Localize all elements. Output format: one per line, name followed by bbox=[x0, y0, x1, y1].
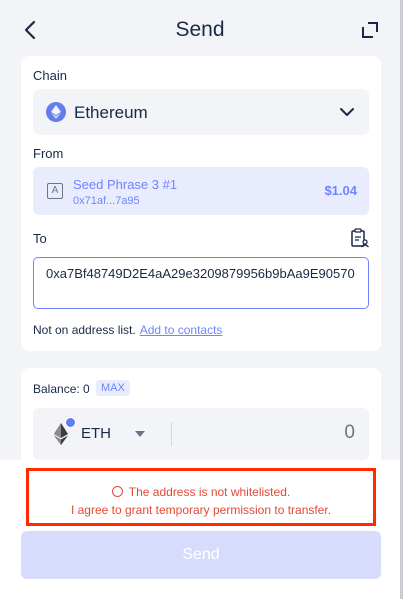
caret-down-icon bbox=[135, 431, 145, 437]
account-balance: $1.04 bbox=[324, 183, 357, 198]
account-address: 0x71af...7a95 bbox=[73, 195, 140, 207]
token-symbol: ETH bbox=[81, 425, 111, 442]
amount-card: Balance: 0 MAX ETH 0 bbox=[21, 368, 381, 468]
recipient-address-input[interactable]: 0xa7Bf48749D2E4aA29e3209879956b9bAa9E905… bbox=[33, 257, 369, 309]
whitelist-warning[interactable]: The address is not whitelisted. I agree … bbox=[26, 468, 376, 526]
from-account-selector[interactable]: A Seed Phrase 3 #1 0x71af...7a95 $1.04 bbox=[33, 167, 369, 215]
address-book-icon[interactable] bbox=[350, 228, 370, 248]
divider bbox=[171, 422, 172, 446]
chevron-down-icon bbox=[340, 108, 354, 116]
page-title: Send bbox=[175, 18, 225, 41]
amount-input[interactable]: 0 bbox=[205, 422, 355, 444]
token-selector[interactable]: ETH bbox=[33, 408, 171, 460]
warning-line-2: I agree to grant temporary permission to… bbox=[70, 503, 332, 517]
from-label: From bbox=[33, 146, 64, 161]
radio-circle-icon[interactable] bbox=[111, 486, 123, 497]
amount-row: ETH 0 bbox=[33, 408, 369, 460]
chain-name: Ethereum bbox=[74, 103, 148, 122]
chain-selector[interactable]: Ethereum bbox=[33, 89, 369, 135]
transfer-card: Chain Ethereum From A Seed Phrase 3 #1 0… bbox=[21, 56, 381, 351]
warning-line-1: The address is not whitelisted. bbox=[29, 485, 373, 499]
warning-text-1: The address is not whitelisted. bbox=[128, 485, 291, 499]
to-label: To bbox=[33, 231, 47, 246]
send-button[interactable]: Send bbox=[21, 531, 381, 579]
expand-window-icon bbox=[362, 22, 378, 38]
footer: The address is not whitelisted. I agree … bbox=[0, 460, 400, 599]
address-note: Not on address list. Add to contacts bbox=[33, 323, 222, 337]
chain-label: Chain bbox=[33, 68, 67, 83]
chain-badge-icon bbox=[65, 417, 76, 428]
header: Send bbox=[0, 0, 400, 58]
add-to-contacts-link[interactable]: Add to contacts bbox=[140, 323, 223, 337]
address-note-text: Not on address list. bbox=[33, 323, 136, 337]
balance-label: Balance: 0 bbox=[33, 382, 90, 396]
account-name: Seed Phrase 3 #1 bbox=[73, 177, 178, 192]
ethereum-icon bbox=[46, 102, 66, 122]
expand-button[interactable] bbox=[358, 18, 382, 42]
max-button[interactable]: MAX bbox=[96, 380, 130, 396]
account-icon: A bbox=[47, 183, 63, 199]
